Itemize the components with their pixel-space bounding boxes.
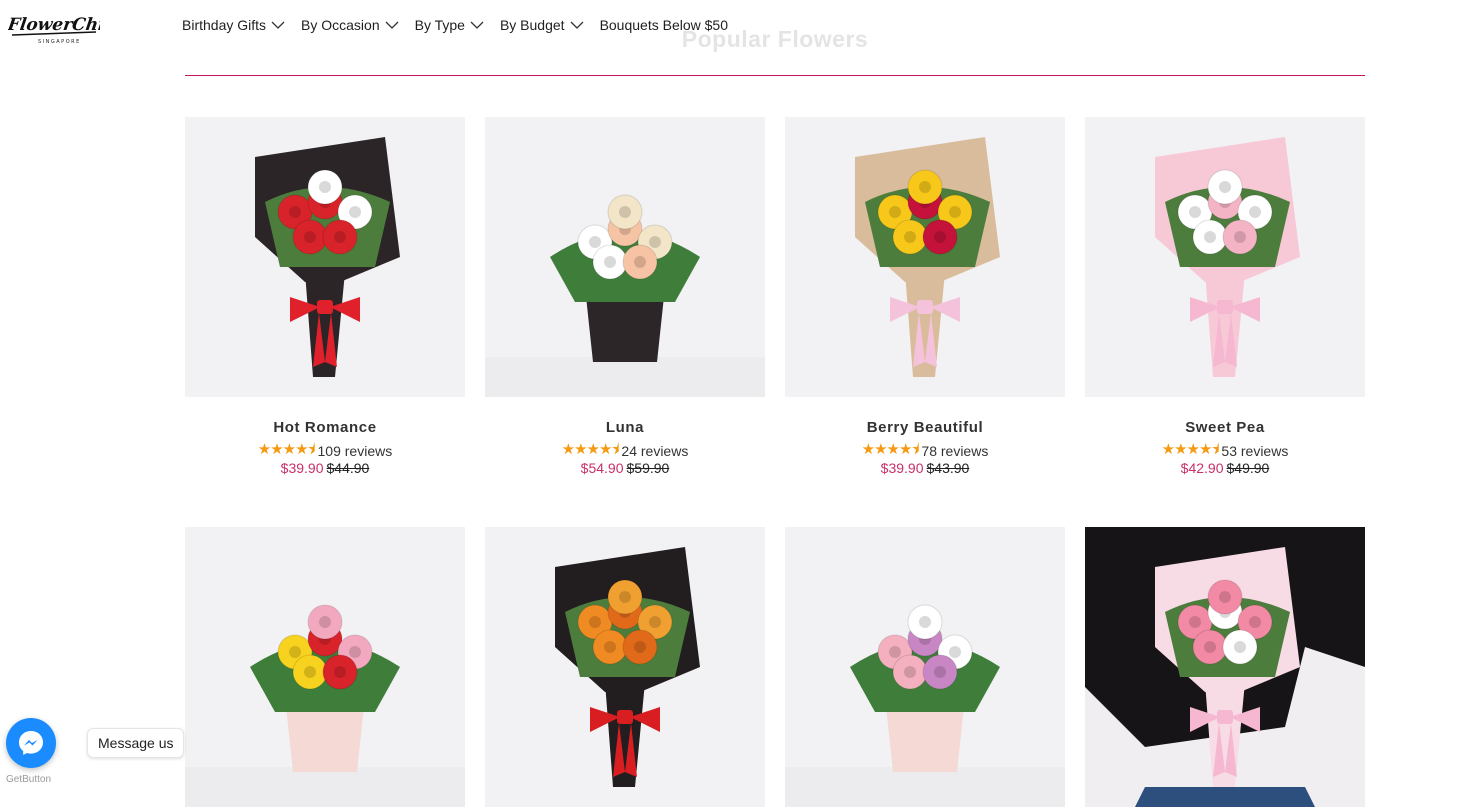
getbutton-credit[interactable]: GetButton [6,774,51,785]
sale-price: $39.90 [880,460,924,476]
product-card[interactable]: Berry Beautiful ★★★★⯨ 78 reviews $39.90 $43.… [785,117,1065,527]
product-info: Sweet Pea ★★★★⯨ 53 reviews $42.90 $49.90 [1085,419,1365,527]
product-rating: ★★★★⯨ 24 reviews [485,441,765,460]
messenger-button[interactable] [6,718,56,768]
original-price: $43.90 [926,460,970,476]
messenger-icon [19,731,43,755]
original-price: $49.90 [1226,460,1270,476]
product-price: $54.90 $59.90 [485,460,765,478]
review-count[interactable]: 24 reviews [621,443,688,459]
sale-price: $54.90 [580,460,624,476]
product-rating: ★★★★⯨ 109 reviews [185,441,465,460]
product-image[interactable] [185,117,465,397]
product-info: Hot Romance ★★★★⯨ 109 reviews $39.90 $44.90 [185,419,465,527]
product-price: $39.90 $43.90 [785,460,1065,478]
product-name[interactable]: Hot Romance [185,419,465,437]
product-card[interactable] [1085,527,1365,807]
product-image[interactable] [785,527,1065,807]
title-divider [185,75,1365,76]
product-card[interactable]: Sweet Pea ★★★★⯨ 53 reviews $42.90 $49.90 [1085,117,1365,527]
original-price: $44.90 [326,460,370,476]
product-name[interactable]: Luna [485,419,765,437]
product-image[interactable] [185,527,465,807]
product-name[interactable]: Berry Beautiful [785,419,1065,437]
product-info: Luna ★★★★⯨ 24 reviews $54.90 $59.90 [485,419,765,527]
review-count[interactable]: 109 reviews [318,443,393,459]
product-card[interactable] [785,527,1065,807]
product-card[interactable]: Hot Romance ★★★★⯨ 109 reviews $39.90 $44.90 [185,117,465,527]
product-card[interactable] [185,527,465,807]
product-image[interactable] [1085,527,1365,807]
brand-logo[interactable]: FlowerChimp SINGAPORE [8,10,100,46]
product-info: Berry Beautiful ★★★★⯨ 78 reviews $39.90 $43.… [785,419,1065,527]
product-image[interactable] [785,117,1065,397]
product-image[interactable] [485,117,765,397]
product-grid: Hot Romance ★★★★⯨ 109 reviews $39.90 $44.90 L… [185,117,1365,807]
message-us-label[interactable]: Message us [87,728,185,758]
product-image[interactable] [485,527,765,807]
product-price: $39.90 $44.90 [185,460,465,478]
product-image[interactable] [1085,117,1365,397]
review-count[interactable]: 78 reviews [921,443,988,459]
original-price: $59.90 [626,460,670,476]
section-title: Popular Flowers [681,26,869,52]
logo-subtext: SINGAPORE [38,39,81,45]
sale-price: $39.90 [280,460,324,476]
product-name[interactable]: Sweet Pea [1085,419,1365,437]
review-count[interactable]: 53 reviews [1221,443,1288,459]
sale-price: $42.90 [1180,460,1224,476]
product-rating: ★★★★⯨ 78 reviews [785,441,1065,460]
product-rating: ★★★★⯨ 53 reviews [1085,441,1365,460]
product-card[interactable] [485,527,765,807]
product-price: $42.90 $49.90 [1085,460,1365,478]
product-card[interactable]: Luna ★★★★⯨ 24 reviews $54.90 $59.90 [485,117,765,527]
